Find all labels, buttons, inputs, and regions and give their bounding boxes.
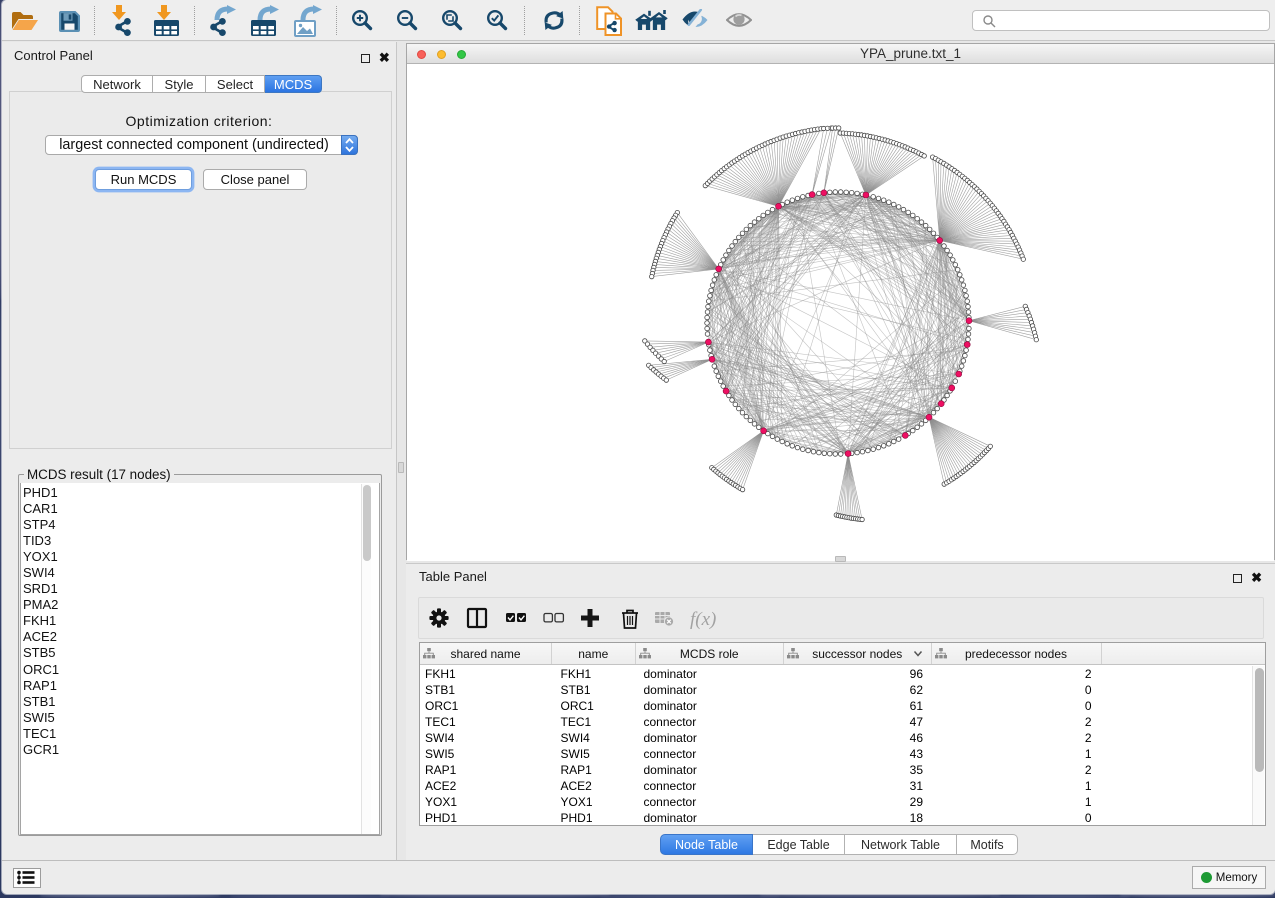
svg-text:f(x): f(x) bbox=[690, 609, 716, 630]
